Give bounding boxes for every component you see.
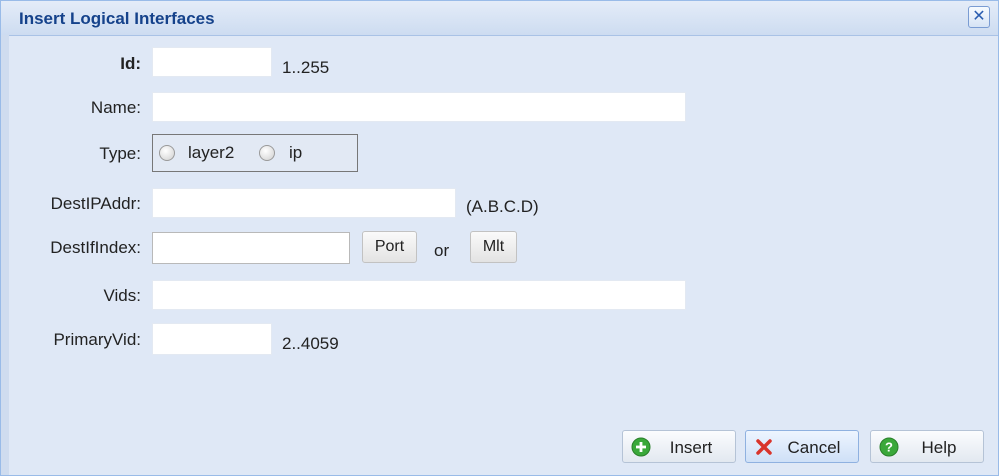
close-icon: ✕: [972, 8, 986, 25]
help-label: Help: [921, 438, 957, 457]
dest-ip-addr-input[interactable]: [152, 188, 456, 218]
type-layer2-label[interactable]: layer2: [188, 143, 234, 163]
type-radio-group: layer2 ip: [152, 134, 358, 172]
insert-label: Insert: [669, 438, 713, 457]
vids-input[interactable]: [152, 280, 686, 310]
insert-logical-interfaces-dialog: Insert Logical Interfaces ✕ Id: 1..255 N…: [0, 0, 999, 476]
cancel-label: Cancel: [787, 438, 841, 457]
dialog-title-bar[interactable]: Insert Logical Interfaces ✕: [1, 1, 998, 36]
mlt-button[interactable]: Mlt: [470, 231, 517, 263]
insert-button[interactable]: Insert: [622, 430, 736, 463]
type-ip-radio[interactable]: [259, 145, 275, 161]
name-label: Name:: [90, 98, 141, 117]
close-button[interactable]: ✕: [968, 6, 990, 28]
id-range-hint: 1..255: [282, 58, 330, 77]
or-label: or: [434, 241, 450, 260]
port-button[interactable]: Port: [362, 231, 417, 263]
cancel-button[interactable]: Cancel: [745, 430, 859, 463]
id-input[interactable]: [152, 47, 272, 77]
type-label: Type:: [99, 144, 141, 163]
name-input[interactable]: [152, 92, 686, 122]
id-label: Id:: [120, 54, 141, 73]
primary-vid-input[interactable]: [152, 323, 272, 355]
dest-ip-addr-label: DestIPAddr:: [50, 194, 141, 213]
primary-vid-label: PrimaryVid:: [53, 330, 141, 349]
type-layer2-radio[interactable]: [159, 145, 175, 161]
dest-ip-addr-format-hint: (A.B.C.D): [466, 197, 539, 216]
dest-if-index-label: DestIfIndex:: [50, 238, 141, 257]
dest-if-index-input[interactable]: [152, 232, 350, 264]
help-button[interactable]: ? Help: [870, 430, 984, 463]
vids-label: Vids:: [103, 286, 142, 305]
primary-vid-range-hint: 2..4059: [282, 334, 339, 353]
type-ip-label[interactable]: ip: [289, 143, 302, 163]
dialog-title: Insert Logical Interfaces: [19, 9, 215, 28]
